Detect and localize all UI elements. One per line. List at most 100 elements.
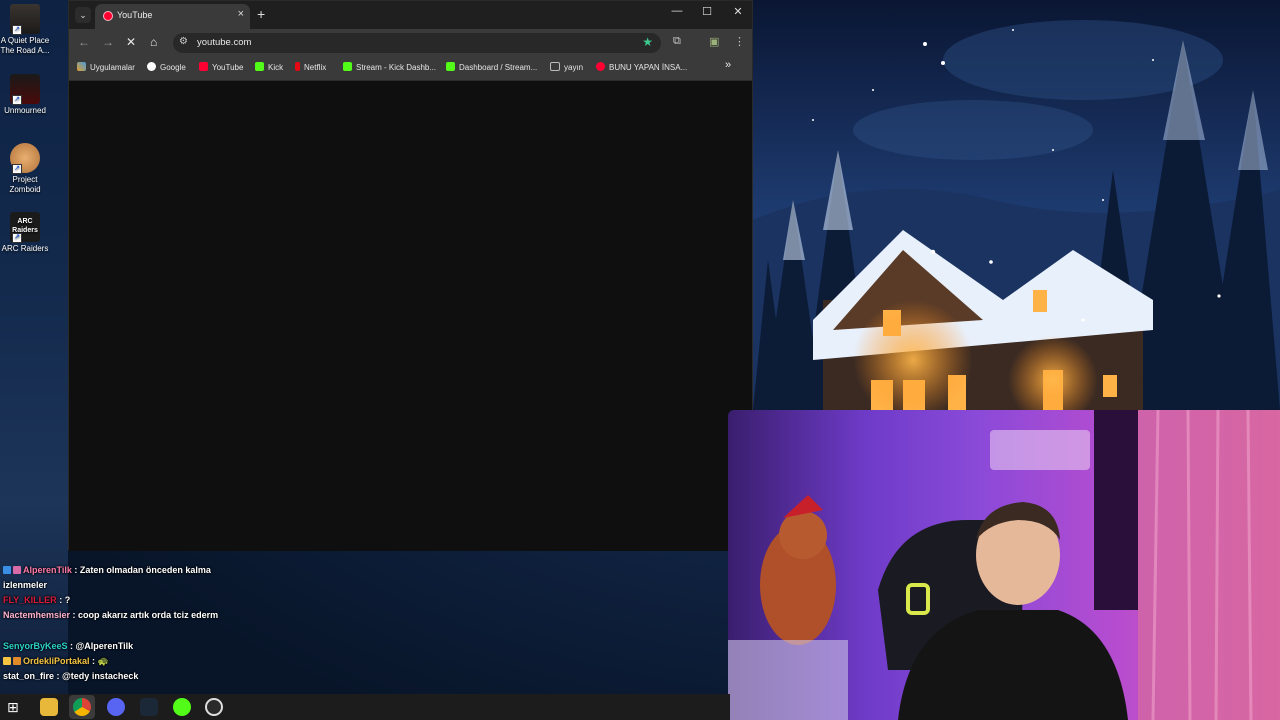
bookmark-apps[interactable]: Uygulamalar <box>77 62 135 72</box>
taskbar: ⊞ <box>0 694 730 720</box>
steam-icon[interactable] <box>140 698 158 716</box>
windows-start-icon[interactable]: ⊞ <box>7 698 25 716</box>
chat-separator: : <box>67 641 76 651</box>
chat-text: 🐢 <box>97 656 109 666</box>
project-zomboid-icon: ↗ <box>10 143 40 174</box>
stream-chat-overlay: AlperenTilk : Zaten olmadan önceden kalm… <box>0 563 300 684</box>
menu-kebab-icon[interactable]: ⋮ <box>734 35 745 48</box>
chat-message: OrdekliPortakal : 🐢 <box>0 654 233 669</box>
discord-icon[interactable] <box>107 698 125 716</box>
bookmark-google[interactable]: Google <box>147 62 186 72</box>
webcam-overlay <box>728 410 1280 720</box>
forward-arrow-icon[interactable]: → <box>102 35 114 49</box>
tab-close-icon[interactable]: × <box>238 8 244 20</box>
kick-icon <box>255 62 264 71</box>
chat-username: Nactemhemsier <box>3 610 71 620</box>
youtube-icon <box>199 62 208 71</box>
chrome-icon <box>73 698 91 716</box>
chat-separator: : <box>56 595 65 605</box>
youtube-icon <box>596 62 605 71</box>
url-text: youtube.com <box>197 37 252 48</box>
bookmark-bunu-yapan[interactable]: BUNU YAPAN İNSA... <box>596 62 687 72</box>
desktop-icon-quiet-place[interactable]: ↗ A Quiet Place The Road A... <box>0 4 50 56</box>
bookmark-folder-yayin[interactable]: yayın <box>550 62 583 72</box>
chat-separator: : <box>89 656 98 666</box>
chat-separator: : <box>70 610 79 620</box>
bookmark-label: BUNU YAPAN İNSA... <box>609 63 688 72</box>
wallpaper-winter-cabin <box>753 0 1280 410</box>
google-icon <box>147 62 156 71</box>
quiet-place-icon: ↗ <box>10 4 40 35</box>
chat-username: AlperenTilk <box>23 565 72 575</box>
tab-strip: ⌄ YouTube × + — ☐ ✕ <box>69 1 752 29</box>
bookmark-kick[interactable]: Kick <box>255 62 283 72</box>
minimize-button[interactable]: — <box>667 5 687 17</box>
chat-separator: : <box>71 565 80 575</box>
chat-text: @tedy instacheck <box>62 671 139 681</box>
arc-raiders-logo-text: ARC Raiders <box>12 218 38 234</box>
close-window-button[interactable]: ✕ <box>728 5 748 18</box>
gift-badge-icon <box>13 566 21 574</box>
bookmark-label: YouTube <box>212 63 244 72</box>
file-explorer-icon[interactable] <box>40 698 58 716</box>
address-bar[interactable]: ⚙ youtube.com ★ <box>173 33 661 53</box>
unmourned-icon: ↗ <box>10 74 40 105</box>
chat-text: coop akarız artık orda tciz ederm <box>78 610 219 620</box>
bookmark-label: yayın <box>564 63 584 72</box>
bookmark-netflix[interactable]: Netflix <box>295 62 326 72</box>
youtube-favicon-icon <box>103 11 113 21</box>
gift-badge-icon <box>13 657 21 665</box>
desktop-icon-arc-raiders[interactable]: ARC Raiders ↗ ARC Raiders <box>0 212 50 254</box>
chat-username: SenyorByKeeS <box>3 641 68 651</box>
desktop-icon-label: Project Zomboid <box>9 175 41 194</box>
bookmark-star-icon[interactable]: ★ <box>642 35 653 49</box>
bookmark-stream-kick-dashboard[interactable]: Stream - Kick Dashb... <box>343 62 436 72</box>
kick-icon <box>343 62 352 71</box>
chat-message: stat_on_fire : @tedy instacheck <box>0 669 233 684</box>
extensions-puzzle-icon[interactable]: ⧉ <box>673 35 681 48</box>
desktop-icon-project-zomboid[interactable]: ↗ Project Zomboid <box>0 143 50 195</box>
page-content-loading <box>69 81 752 551</box>
chat-message: FLY_KILLER : ? <box>0 593 233 608</box>
back-arrow-icon[interactable]: ← <box>78 35 90 49</box>
chat-username: stat_on_fire <box>3 671 55 681</box>
site-info-icon[interactable]: ⚙ <box>179 36 188 47</box>
chat-separator: : <box>54 671 63 681</box>
new-tab-button[interactable]: + <box>257 6 265 22</box>
chat-message: AlperenTilk : Zaten olmadan önceden kalm… <box>0 563 233 593</box>
chrome-taskbar-button[interactable] <box>69 695 95 719</box>
bookmark-label: Google <box>160 63 186 72</box>
chat-message: SenyorByKeeS : @AlperenTilk <box>0 639 233 654</box>
shortcut-arrow-icon: ↗ <box>12 233 22 243</box>
bookmark-label: Netflix <box>304 63 327 72</box>
home-icon[interactable]: ⌂ <box>150 35 157 49</box>
kick-icon <box>446 62 455 71</box>
bookmark-label: Dashboard / Stream... <box>459 63 538 72</box>
tab-search-chevron-icon[interactable]: ⌄ <box>75 7 91 23</box>
tab-title: YouTube <box>117 10 153 20</box>
shortcut-arrow-icon: ↗ <box>12 95 22 105</box>
arc-raiders-icon: ARC Raiders ↗ <box>10 212 40 243</box>
bookmark-label: Kick <box>268 63 284 72</box>
chat-text: ? <box>64 595 71 605</box>
bookmark-youtube[interactable]: YouTube <box>199 62 243 72</box>
kick-app-icon[interactable] <box>173 698 191 716</box>
bookmark-label: Uygulamalar <box>90 63 135 72</box>
stop-loading-icon[interactable]: ✕ <box>126 35 136 49</box>
folder-icon <box>550 62 560 71</box>
webcam-feed <box>728 410 1280 720</box>
tab-youtube[interactable]: YouTube × <box>95 4 250 29</box>
chat-username: OrdekliPortakal <box>23 656 90 666</box>
subscriber-badge-icon <box>3 566 11 574</box>
maximize-button[interactable]: ☐ <box>697 5 717 18</box>
obs-icon[interactable] <box>205 698 223 716</box>
chat-text: @AlperenTilk <box>75 641 134 651</box>
desktop-icon-label: A Quiet Place The Road A... <box>0 36 50 55</box>
bookmark-dashboard-stream[interactable]: Dashboard / Stream... <box>446 62 537 72</box>
chat-message: Nactemhemsier : coop akarız artık orda t… <box>0 608 233 623</box>
apps-grid-icon <box>77 62 86 71</box>
bookmarks-overflow-chevron-icon[interactable]: » <box>725 59 731 71</box>
desktop-icon-unmourned[interactable]: ↗ Unmourned <box>0 74 50 116</box>
profile-avatar-icon[interactable]: ▣ <box>709 35 719 48</box>
browser-window: ⌄ YouTube × + — ☐ ✕ ← → ✕ ⌂ ⚙ youtube.co… <box>68 0 753 551</box>
